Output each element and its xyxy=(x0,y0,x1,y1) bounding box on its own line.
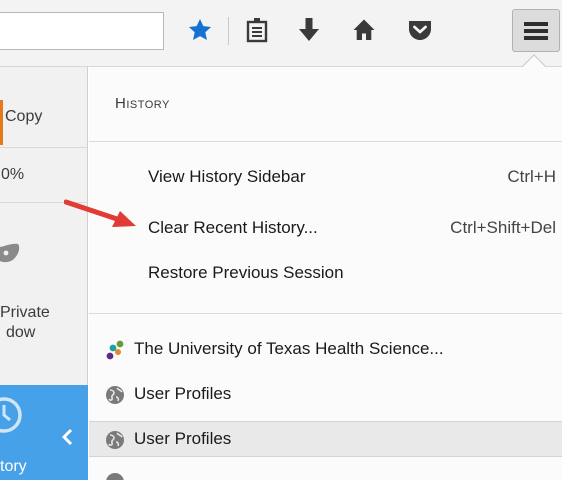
orange-accent-bar xyxy=(0,100,3,145)
toolbar-separator xyxy=(228,17,229,45)
zoom-level: 0% xyxy=(1,166,25,183)
hamburger-menu-icon[interactable] xyxy=(512,9,560,52)
clock-icon xyxy=(0,397,22,433)
history-panel: History View History Sidebar Ctrl+H Clea… xyxy=(89,67,562,480)
globe-icon xyxy=(106,431,124,449)
ut-health-favicon xyxy=(106,340,124,360)
menu-item-label: Clear Recent History... xyxy=(148,218,318,237)
bookmark-star-icon[interactable] xyxy=(181,10,219,50)
history-entry-partial[interactable] xyxy=(89,464,562,480)
toolbar xyxy=(0,0,562,67)
globe-icon xyxy=(106,386,124,404)
url-bar[interactable] xyxy=(0,12,164,50)
history-entry[interactable]: The University of Texas Health Science..… xyxy=(89,332,562,368)
history-entry[interactable]: User Profiles xyxy=(89,377,562,413)
history-entry-label: User Profiles xyxy=(134,384,232,403)
home-icon[interactable] xyxy=(346,10,382,50)
shortcut-label: Ctrl+Shift+Del xyxy=(450,218,556,237)
restore-previous-session-item[interactable]: Restore Previous Session xyxy=(89,256,562,292)
history-panel-header: History xyxy=(89,67,562,142)
pocket-icon[interactable] xyxy=(401,10,439,50)
view-history-sidebar-item[interactable]: View History Sidebar Ctrl+H xyxy=(89,160,562,196)
annotation-arrow-icon xyxy=(64,199,136,227)
globe-icon xyxy=(106,473,124,480)
history-entry-label: User Profiles xyxy=(134,429,232,448)
history-label[interactable]: tory xyxy=(0,457,27,477)
reading-list-icon[interactable] xyxy=(239,10,275,50)
panel-title: History xyxy=(115,95,170,112)
divider xyxy=(0,147,88,148)
main-menu-panel: Copy 0% Private dow tory xyxy=(0,67,88,480)
downloads-arrow-icon[interactable] xyxy=(291,10,327,50)
menu-item-label: View History Sidebar xyxy=(148,167,306,186)
history-entry-hovered[interactable]: User Profiles xyxy=(89,421,562,457)
history-entry-label: The University of Texas Health Science..… xyxy=(134,339,444,358)
clear-recent-history-item[interactable]: Clear Recent History... Ctrl+Shift+Del xyxy=(89,211,562,247)
private-window-label-2[interactable]: dow xyxy=(6,323,35,343)
private-mask-icon xyxy=(0,243,20,270)
chevron-left-icon xyxy=(61,428,73,446)
history-button[interactable]: tory xyxy=(0,385,88,480)
menu-item-label: Restore Previous Session xyxy=(148,263,344,282)
private-window-label[interactable]: Private xyxy=(0,303,50,323)
divider xyxy=(89,313,562,314)
copy-button[interactable]: Copy xyxy=(5,107,42,127)
shortcut-label: Ctrl+H xyxy=(507,167,556,186)
